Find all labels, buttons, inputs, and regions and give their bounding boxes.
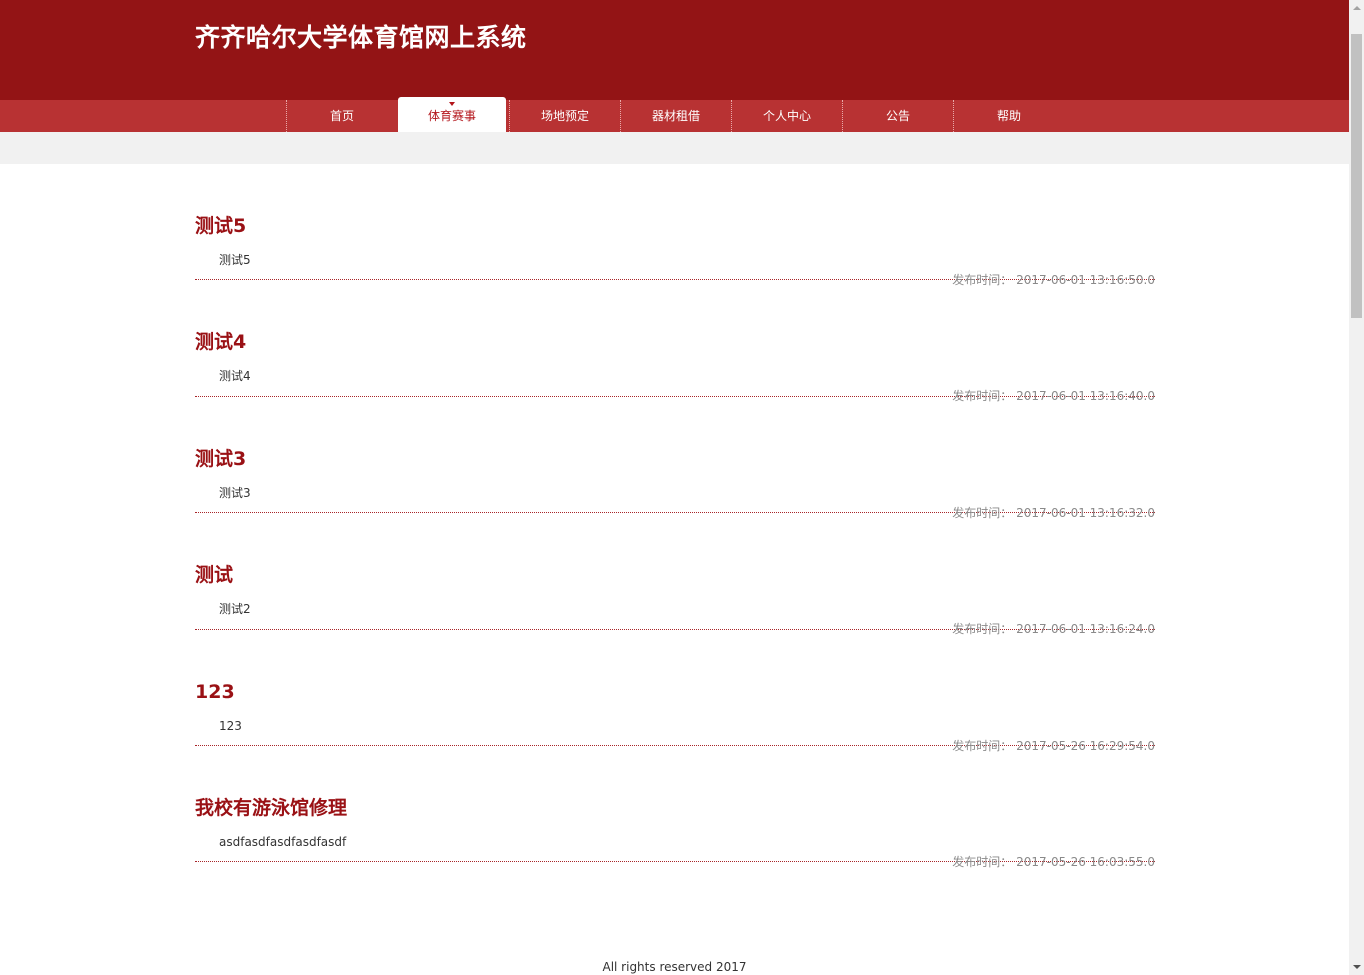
page: 齐齐哈尔大学体育馆网上系统 首页 体育赛事 场地预定 器材租借 个人中心 公告 …	[0, 0, 1349, 975]
post-body: 测试3	[219, 485, 251, 500]
nav-list: 首页 体育赛事 场地预定 器材租借 个人中心 公告 帮助	[286, 97, 1064, 132]
site-header: 齐齐哈尔大学体育馆网上系统	[0, 0, 1349, 100]
nav-item-label: 器材租借	[651, 109, 700, 123]
post-time: 发布时间： 2017-05-26 16:03:55.0	[952, 854, 1155, 870]
post-item: 我校有游泳馆修理 asdfasdfasdfasdfasdf 发布时间： 2017…	[195, 746, 1155, 869]
post-title[interactable]: 我校有游泳馆修理	[195, 795, 347, 821]
nav-item-label: 个人中心	[762, 109, 811, 123]
nav-item-venue-booking[interactable]: 场地预定	[509, 100, 620, 132]
arrow-down-icon	[1353, 965, 1361, 969]
post-item: 测试5 测试5 发布时间： 2017-06-01 13:16:50.0	[195, 164, 1155, 287]
main-nav: 首页 体育赛事 场地预定 器材租借 个人中心 公告 帮助	[0, 97, 1349, 132]
scroll-up-button[interactable]	[1349, 0, 1364, 17]
nav-item-label: 首页	[329, 109, 354, 123]
post-body: 测试5	[219, 253, 251, 267]
nav-item-label: 体育赛事	[427, 109, 476, 123]
nav-item-label: 公告	[885, 109, 910, 123]
nav-item-label: 场地预定	[540, 109, 589, 123]
post-title[interactable]: 测试	[195, 562, 233, 588]
scroll-down-button[interactable]	[1349, 958, 1364, 975]
post-list: 测试5 测试5 发布时间： 2017-06-01 13:16:50.0 测试4 …	[195, 164, 1155, 869]
nav-item-equipment-rental[interactable]: 器材租借	[620, 100, 731, 132]
site-title: 齐齐哈尔大学体育馆网上系统	[195, 23, 527, 52]
post-body: 123	[219, 718, 242, 733]
vertical-scrollbar[interactable]	[1349, 0, 1364, 975]
nav-item-sports-events[interactable]: 体育赛事	[398, 97, 506, 132]
caret-down-icon	[449, 102, 455, 106]
nav-item-announcements[interactable]: 公告	[842, 100, 953, 132]
nav-item-help[interactable]: 帮助	[953, 100, 1064, 132]
post-item: 测试3 测试3 发布时间： 2017-06-01 13:16:32.0	[195, 397, 1155, 520]
post-body: asdfasdfasdfasdfasdf	[219, 834, 347, 849]
post-time-value: 2017-05-26 16:03:55.0	[1016, 854, 1155, 869]
post-body: 测试4	[219, 369, 251, 384]
nav-item-label: 帮助	[996, 109, 1021, 123]
post-body: 测试2	[219, 602, 251, 617]
nav-item-personal-center[interactable]: 个人中心	[731, 100, 842, 132]
arrow-up-icon	[1353, 6, 1361, 10]
post-title[interactable]: 测试5	[195, 213, 246, 239]
nav-item-home[interactable]: 首页	[286, 100, 397, 132]
footer: All rights reserved 2017	[602, 960, 747, 974]
post-item: 测试 测试2 发布时间： 2017-06-01 13:16:24.0	[195, 513, 1155, 636]
post-item: 测试4 测试4 发布时间： 2017-06-01 13:16:40.0	[195, 280, 1155, 403]
scroll-thumb[interactable]	[1351, 34, 1362, 318]
post-title[interactable]: 测试4	[195, 329, 246, 355]
post-title[interactable]: 123	[195, 679, 235, 705]
post-time-label: 发布时间：	[952, 854, 1013, 869]
sub-bar	[0, 132, 1349, 164]
post-item: 123 123 发布时间： 2017-05-26 16:29:54.0	[195, 630, 1155, 753]
post-title[interactable]: 测试3	[195, 446, 246, 472]
